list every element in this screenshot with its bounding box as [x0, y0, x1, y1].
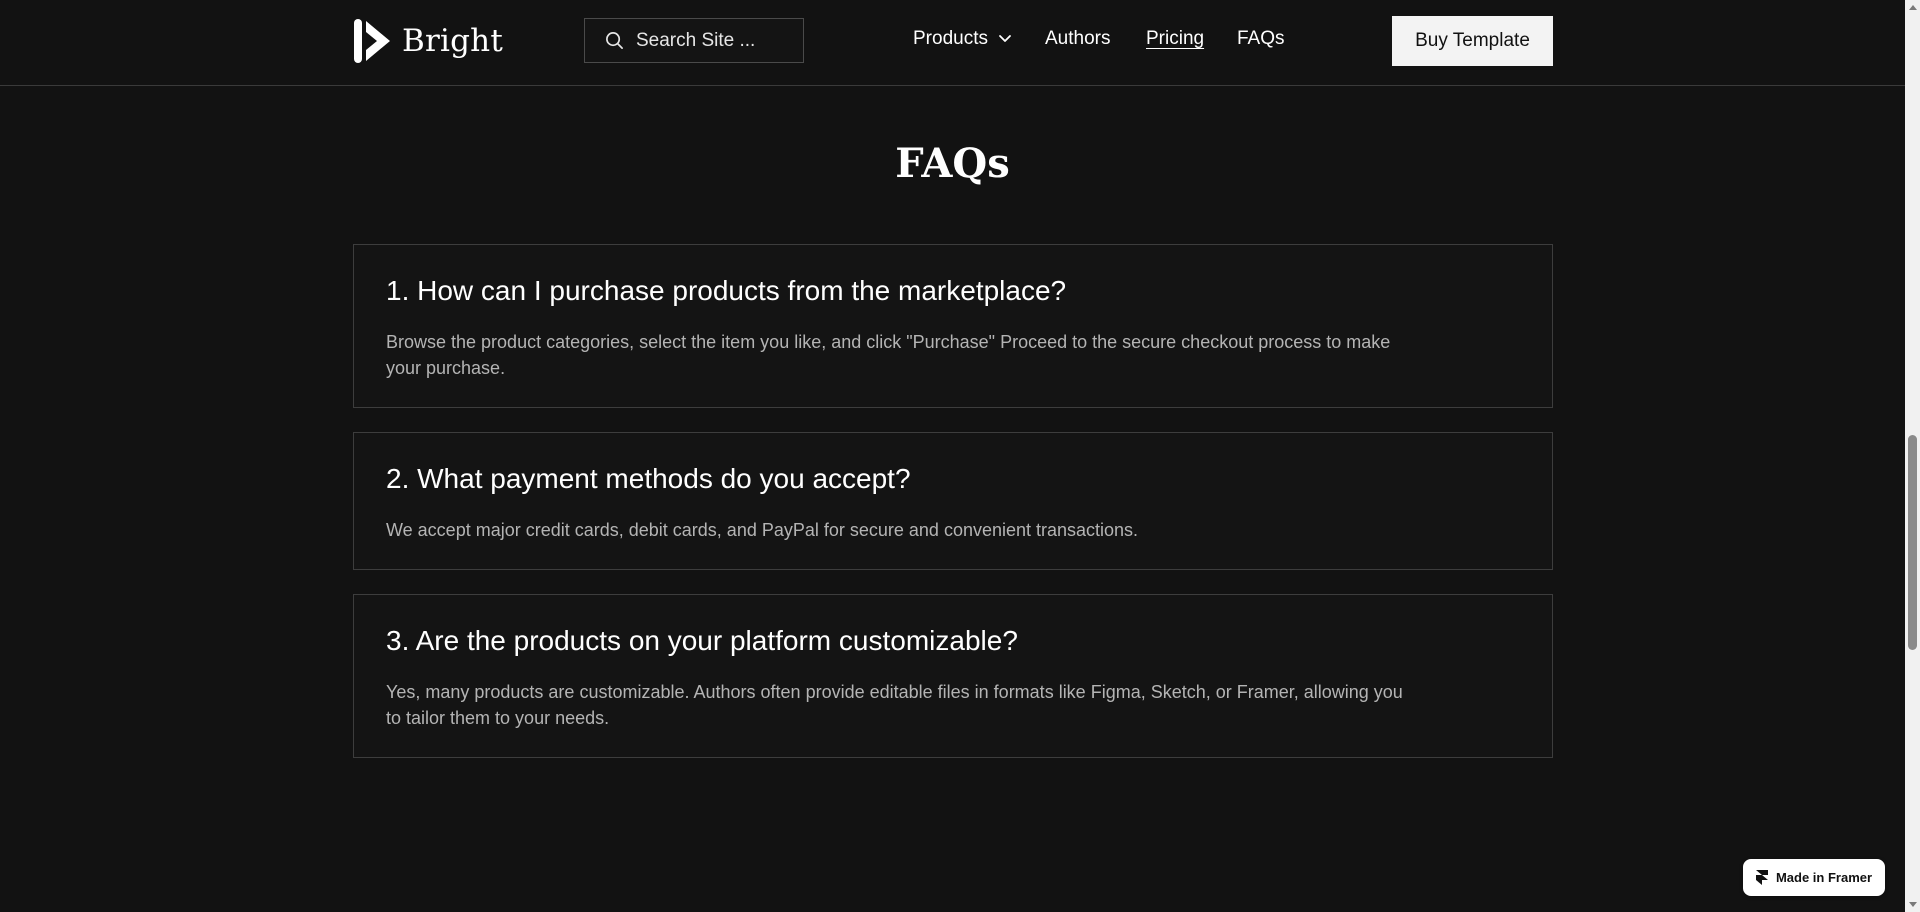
- brand-logo[interactable]: Bright: [354, 17, 503, 65]
- nav-item-label: Products: [913, 28, 988, 49]
- page-scrollbar[interactable]: [1905, 0, 1920, 912]
- scrollbar-thumb[interactable]: [1908, 435, 1917, 650]
- scroll-down-arrow-icon[interactable]: [1909, 902, 1917, 907]
- faq-item[interactable]: 1. How can I purchase products from the …: [353, 244, 1553, 408]
- nav-item-pricing[interactable]: Pricing: [1146, 28, 1204, 50]
- nav-item-faqs[interactable]: FAQs: [1237, 28, 1285, 50]
- brand-name: Bright: [402, 23, 503, 59]
- faq-answer: Browse the product categories, select th…: [386, 332, 1391, 378]
- framer-badge-label: Made in Framer: [1775, 870, 1873, 885]
- chevron-down-icon: [999, 35, 1011, 42]
- faq-answer: We accept major credit cards, debit card…: [386, 520, 1139, 540]
- faq-question: 1. How can I purchase products from the …: [386, 275, 1067, 306]
- search-icon: [606, 32, 623, 49]
- site-header: Bright Search Site ... Products Authors …: [0, 0, 1905, 86]
- faq-question: 3. Are the products on your platform cus…: [386, 625, 1018, 656]
- nav-item-products[interactable]: Products: [913, 28, 1012, 50]
- page: Bright Search Site ... Products Authors …: [0, 0, 1920, 912]
- made-in-framer-badge[interactable]: Made in Framer: [1743, 859, 1885, 896]
- faq-item[interactable]: 2. What payment methods do you accept? W…: [353, 432, 1553, 570]
- nav-item-authors[interactable]: Authors: [1045, 28, 1110, 50]
- nav-item-label: Authors: [1045, 28, 1111, 49]
- search-placeholder: Search Site ...: [636, 29, 756, 51]
- buy-template-button[interactable]: Buy Template: [1392, 16, 1553, 66]
- nav-item-label: FAQs: [1237, 28, 1285, 49]
- framer-icon: [1755, 870, 1768, 885]
- brand-logo-icon: [354, 19, 390, 63]
- page-title: FAQs: [895, 140, 1010, 187]
- faq-question: 2. What payment methods do you accept?: [386, 463, 911, 494]
- search-input[interactable]: Search Site ...: [584, 18, 804, 63]
- scroll-up-arrow-icon[interactable]: [1909, 5, 1917, 10]
- nav-item-label: Pricing: [1146, 28, 1205, 49]
- faq-answer: Yes, many products are customizable. Aut…: [386, 682, 1403, 728]
- faq-item[interactable]: 3. Are the products on your platform cus…: [353, 594, 1553, 758]
